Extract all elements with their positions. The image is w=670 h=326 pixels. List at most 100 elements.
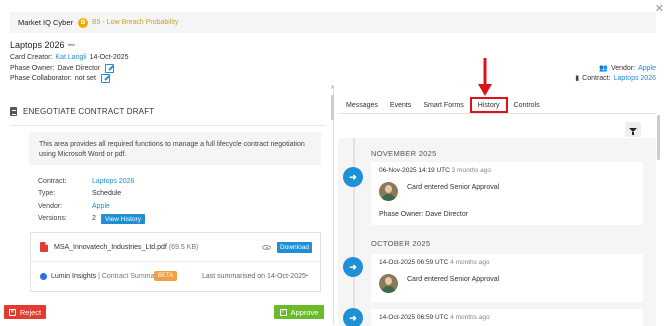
filter-icon [629,127,637,135]
creator-link[interactable]: Kat Langli [55,54,86,61]
history-event: 14-Oct-2025 06:59 UTC 4 months ago [371,309,643,326]
arrow-right-icon: ➜ [343,257,363,277]
beta-badge: BETA [154,271,178,281]
type-field-label: Type: [38,190,56,197]
event-ago: 3 months ago [451,167,492,174]
phase-collaborator: Phase Collaborator: not set [10,74,110,83]
edit-owner-icon[interactable] [105,64,115,73]
vendor-info: 👥 Vendor: Apple [599,64,656,73]
card-creator: Card Creator: Kat Langli 14-Oct-2025 [10,54,128,61]
risk-rating: B5 - Low Breach Probability [92,19,179,26]
event-time: 14-Oct-2025 06:59 UTC 4 months ago [379,314,490,321]
collab-value: not set [74,75,96,82]
vendor-label: Vendor: [610,64,636,72]
event-ago: 4 months ago [450,259,490,266]
arrow-down-icon [478,58,492,96]
panel-divider [333,85,334,325]
file-card: MSA_Innovatech_Industries_Ltd.pdf (69.5 … [30,232,321,292]
section-header: ENEGOTIATE CONTRACT DRAFT [10,107,154,116]
event-text: Card entered Senior Approval [407,184,500,191]
event-time: 14-Oct-2025 06:59 UTC 4 months ago [379,259,490,266]
creator-label: Card Creator: [10,54,53,61]
event-text: Card entered Senior Approval [407,276,500,283]
event-ago: 4 months ago [450,314,490,321]
company-name: Market IQ Cyber [18,18,74,27]
visibility-icon: 👓 [67,42,76,49]
type-field-value: Schedule [92,190,122,197]
history-event: 06-Nov-2025 14:19 UTC 3 months ago Card … [371,162,643,225]
preview-eye-icon[interactable] [262,245,271,250]
left-scrollbar[interactable] [331,95,334,120]
reject-square-icon: ✕ [8,308,16,316]
contract-link[interactable]: Laptops 2026 [614,75,656,82]
lumin-title: Lumin Insights [51,273,97,280]
arrow-right-icon: ➜ [343,308,363,326]
chevron-down-icon[interactable]: ⌄ [304,270,310,278]
history-event: 14-Oct-2025 06:59 UTC 4 months ago Card … [371,254,643,302]
versions-field-label: Versions: [38,215,67,222]
owner-name: Dave Director [57,65,101,72]
section-description: This area provides all required function… [29,132,321,165]
owner-label: Phase Owner: [10,65,55,72]
event-owner: Phase Owner: Dave Director [379,211,469,218]
collab-label: Phase Collaborator: [10,75,72,82]
file-name[interactable]: MSA_Innovatech_Industries_Ltd.pdf (69.5 … [54,244,198,251]
avatar [379,274,398,293]
approve-label: Approve [290,307,319,317]
avatar [379,182,398,201]
vendor-field-label: Vendor: [38,203,63,210]
download-button[interactable]: Download [277,242,312,253]
approve-square-icon: ✓ [279,308,287,316]
last-summarised: Last summarised on 14-Oct-2025 [202,273,306,280]
section-divider [10,125,326,126]
history-timeline: NOVEMBER 2025 ➜ 06-Nov-2025 14:19 UTC 3 … [338,138,656,326]
month-heading: NOVEMBER 2025 [371,149,437,158]
chevron-right-icon[interactable]: › [331,84,333,91]
tab-smart-forms[interactable]: Smart Forms [417,97,469,113]
reject-label: Reject [19,307,42,317]
tab-history[interactable]: History [469,97,508,113]
card-title: Laptops 2026 👓 [10,40,75,50]
phase-owner: Phase Owner: Dave Director [10,64,115,73]
contract-icon: ▮ [575,75,580,82]
creator-date: 14-Oct-2025 [89,54,129,61]
tab-events[interactable]: Events [384,97,417,113]
close-icon[interactable]: ✕ [655,4,664,15]
contract-field-label: Contract: [38,178,67,185]
section-title: ENEGOTIATE CONTRACT DRAFT [23,107,155,116]
risk-banner: Market IQ Cyber B B5 - Low Breach Probab… [10,12,656,33]
month-heading: OCTOBER 2025 [371,239,431,248]
versions-field-value: 2 [92,215,96,222]
card-title-text: Laptops 2026 [10,40,65,50]
file-size: (69.5 KB) [168,244,199,251]
document-icon [10,107,17,116]
arrow-right-icon: ➜ [343,167,363,187]
vendor-icon: 👥 [599,65,608,72]
filter-button[interactable] [625,122,641,137]
contract-label: Contract: [582,74,611,82]
lumin-logo-icon [40,273,47,280]
tab-bar: Messages Events Smart Forms History Cont… [340,97,546,113]
approve-button[interactable]: ✓ Approve [274,305,324,319]
lumin-subtitle: | Contract Summary [98,273,161,280]
tab-controls[interactable]: Controls [508,97,546,113]
event-timestamp: 14-Oct-2025 06:59 UTC [379,314,449,321]
reject-button[interactable]: ✕ Reject [4,305,46,319]
tabs-underline [338,113,656,114]
event-timestamp: 06-Nov-2025 14:19 UTC [379,167,450,174]
file-separator [31,261,320,262]
file-name-text: MSA_Innovatech_Industries_Ltd.pdf [54,244,167,251]
event-time: 06-Nov-2025 14:19 UTC 3 months ago [379,167,491,174]
view-history-button[interactable]: View History [101,214,146,224]
tab-messages[interactable]: Messages [340,97,384,113]
lumin-insights: Lumin Insights | Contract Summary [51,273,160,280]
event-timestamp: 14-Oct-2025 06:59 UTC [379,259,449,266]
contract-field-link[interactable]: Laptops 2026 [92,178,134,185]
vendor-field-link[interactable]: Apple [92,203,110,210]
risk-badge-icon: B [78,17,89,28]
pdf-icon [40,242,48,252]
contract-info: ▮ Contract: Laptops 2026 [575,74,656,83]
right-scrollbar[interactable] [657,115,660,160]
vendor-link[interactable]: Apple [638,65,656,72]
edit-collaborator-icon[interactable] [100,74,110,83]
